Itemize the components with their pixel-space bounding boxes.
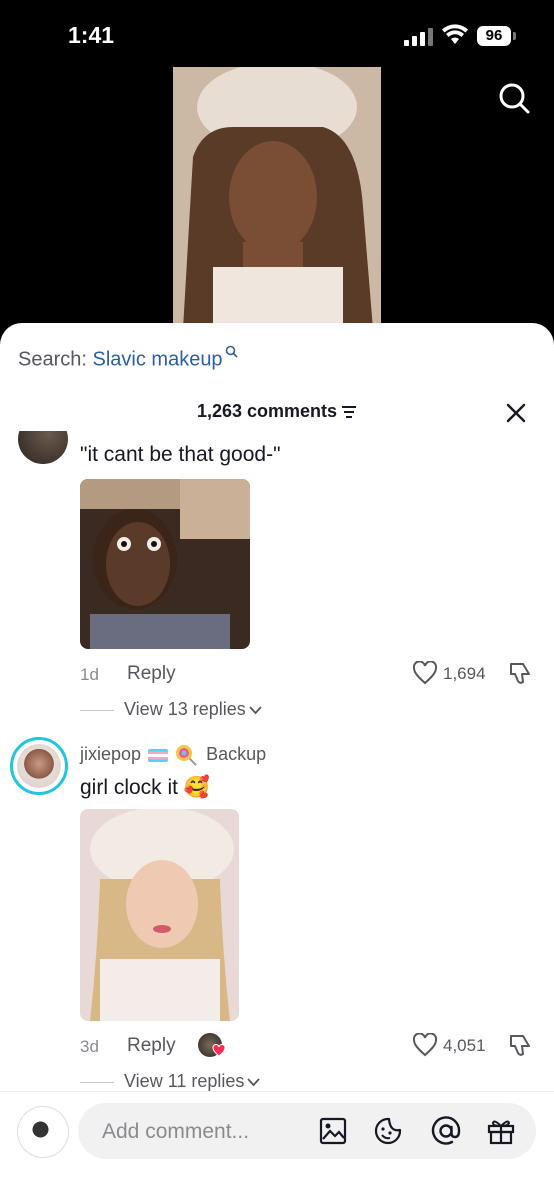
dislike-icon[interactable] (508, 660, 532, 686)
filter-icon[interactable] (341, 405, 357, 419)
comment-age: 1d (80, 665, 99, 684)
video-frame-image (173, 67, 381, 329)
image-icon[interactable] (318, 1116, 348, 1146)
heart-icon[interactable] (412, 661, 438, 685)
avatar[interactable] (17, 1106, 69, 1158)
flag-emoji-icon (148, 748, 169, 762)
like-count: 1,694 (443, 664, 486, 683)
comment-composer (0, 1091, 554, 1199)
divider (80, 709, 114, 711)
status-time: 1:41 (68, 22, 115, 48)
avatar[interactable] (18, 431, 68, 464)
search-query-link[interactable]: Slavic makeup (93, 349, 223, 371)
lollipop-emoji-icon (176, 745, 197, 766)
comments-sheet: Search: Slavic makeup 1,263 comments "it… (0, 323, 554, 1199)
mention-icon[interactable] (430, 1116, 462, 1146)
view-replies-label: View 11 replies (124, 1071, 245, 1091)
reply-button[interactable]: Reply (127, 1035, 176, 1057)
like-count: 4,051 (443, 1036, 486, 1055)
comment-input-container[interactable] (78, 1103, 536, 1161)
username-suffix: Backup (206, 744, 267, 764)
username-text: jixiepop (80, 744, 142, 764)
wifi-icon (442, 24, 468, 44)
view-replies-button[interactable]: View 11 replies (80, 1071, 261, 1092)
status-bar: 1:41 96 (0, 0, 554, 114)
cellular-signal-icon (404, 28, 434, 46)
battery-tip (513, 32, 516, 40)
dislike-icon[interactable] (508, 1032, 532, 1058)
battery-indicator: 96 (477, 26, 511, 46)
avatar (17, 744, 61, 788)
comment-username[interactable]: jixiepop Backup (80, 744, 266, 766)
search-label: Search: (18, 348, 87, 371)
comment-text: "it cant be that good-" (80, 443, 281, 466)
close-icon[interactable] (504, 401, 528, 425)
chevron-down-icon (249, 706, 262, 715)
view-replies-button[interactable]: View 13 replies (80, 699, 262, 720)
gift-icon[interactable] (486, 1116, 516, 1146)
divider (80, 1081, 114, 1083)
related-search[interactable]: Search: Slavic makeup (18, 345, 238, 372)
avatar-story-ring[interactable] (10, 737, 68, 795)
heart-icon (212, 1044, 226, 1057)
comment-photo (80, 479, 250, 649)
comment-count: 1,263 comments (196, 401, 338, 421)
sticker-icon[interactable] (373, 1116, 403, 1146)
comment-image[interactable] (80, 809, 239, 1021)
view-replies-label: View 13 replies (124, 699, 246, 719)
video-preview[interactable] (173, 67, 381, 329)
reply-button[interactable]: Reply (127, 663, 176, 685)
comment-photo (80, 809, 239, 1021)
chevron-down-icon (247, 1078, 261, 1087)
comment-text: girl clock it 🥰 (80, 776, 210, 799)
comment-age: 3d (80, 1037, 99, 1056)
comment-count-header[interactable]: 1,263 comments (0, 401, 554, 422)
comment-input[interactable] (100, 1103, 304, 1161)
search-icon (225, 345, 238, 358)
search-icon[interactable] (496, 80, 532, 116)
comment-image[interactable] (80, 479, 250, 649)
heart-icon[interactable] (412, 1033, 438, 1057)
